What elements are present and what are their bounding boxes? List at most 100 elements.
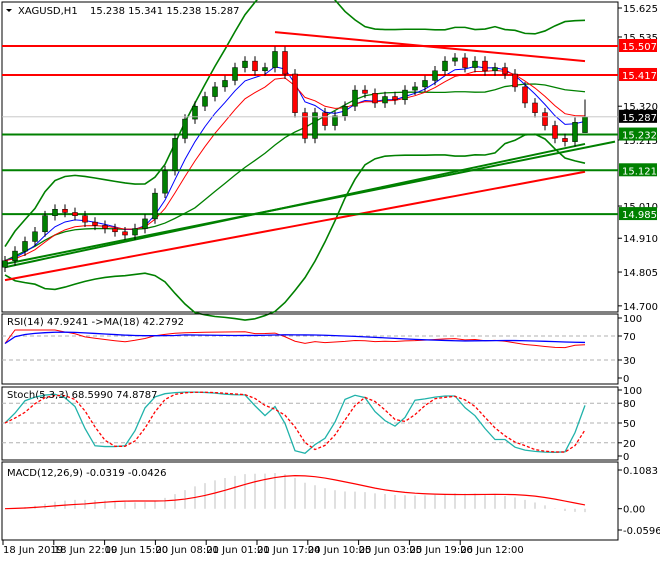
candle-body — [102, 225, 108, 229]
candle — [472, 56, 478, 73]
level-tag-label: 15.417 — [622, 71, 657, 82]
candle-body — [42, 215, 48, 233]
candle — [62, 204, 68, 218]
candle — [142, 214, 148, 234]
symbol-label: XAGUSD,H1 — [18, 6, 78, 17]
trading-chart[interactable]: 15.62515.53515.32015.21515.01014.91014.8… — [0, 0, 660, 560]
candle — [432, 65, 438, 86]
candle-body — [432, 70, 438, 81]
candle-body — [362, 89, 368, 94]
candle-body — [22, 241, 28, 252]
candle-body — [572, 122, 578, 142]
candle-body — [472, 60, 478, 68]
candle-body — [542, 112, 548, 126]
candle-body — [482, 60, 488, 72]
time-axis: 18 Jun 201918 Jun 22:0019 Jun 15:0020 Ju… — [2, 540, 524, 556]
candle — [222, 75, 228, 92]
axis-tick-label: 20 — [623, 439, 636, 450]
axis-tick-label: 30 — [623, 356, 636, 367]
candle — [312, 107, 318, 144]
macd-label: MACD(12,26,9) -0.0319 -0.0426 — [7, 468, 167, 479]
candle-body — [332, 115, 338, 126]
price-panel[interactable]: 15.62515.53515.32015.21515.01014.91014.8… — [1, 0, 658, 321]
axis-tick-label: 50 — [623, 419, 636, 430]
candle-body — [132, 228, 138, 236]
trendline-support — [4, 140, 616, 265]
candle-body — [342, 105, 348, 117]
candle-body — [172, 138, 178, 171]
candle — [162, 165, 168, 198]
candle-body — [232, 67, 238, 81]
candle-body — [422, 80, 428, 88]
candle-body — [402, 89, 408, 101]
candle-body — [442, 60, 448, 72]
axis-tick-label: 0 — [623, 452, 629, 463]
candle-body — [32, 231, 38, 242]
candle — [282, 46, 288, 79]
candle-body — [282, 51, 288, 75]
candle-body — [582, 116, 588, 133]
candle-body — [92, 221, 98, 226]
candle-body — [182, 118, 188, 139]
candle — [402, 85, 408, 105]
candle — [252, 56, 258, 76]
candle — [2, 255, 8, 273]
candle-body — [142, 218, 148, 229]
candle — [262, 62, 268, 76]
candle — [212, 82, 218, 102]
rsi-label: RSI(14) 47.9241 ->MA(18) 42.2792 — [7, 317, 184, 328]
level-tag-label: 15.507 — [622, 42, 657, 53]
candle-body — [502, 67, 508, 75]
price-tick-label: 15.625 — [623, 4, 658, 15]
candle-body — [262, 67, 268, 72]
candle — [372, 88, 378, 108]
candle — [492, 62, 498, 76]
candle — [52, 204, 58, 221]
candle-body — [82, 215, 88, 223]
stoch-label: Stoch(5,3,3) 68.5990 74.8787 — [7, 390, 158, 401]
candle-body — [532, 102, 538, 113]
candle-body — [352, 89, 358, 107]
candle-body — [522, 86, 528, 104]
candle-body — [512, 73, 518, 88]
candle — [442, 56, 448, 76]
candle-body — [412, 86, 418, 91]
ohlc-label: 15.238 15.341 15.238 15.287 — [90, 6, 240, 17]
axis-tick-label: 100 — [623, 386, 642, 397]
candle-body — [492, 67, 498, 72]
candle-body — [72, 212, 78, 216]
candle — [352, 85, 358, 112]
axis-tick-label: 100 — [623, 314, 642, 325]
candle-body — [552, 125, 558, 139]
candle-body — [112, 228, 118, 233]
bollinger-upper-line — [4, 0, 586, 248]
candle — [232, 62, 238, 86]
candle — [72, 207, 78, 221]
candle-body — [62, 209, 68, 213]
candle — [482, 56, 488, 76]
candle — [332, 111, 338, 131]
candle — [392, 91, 398, 105]
candle — [242, 56, 248, 73]
dropdown-triangle-icon[interactable] — [6, 9, 12, 12]
candle-body — [202, 96, 208, 107]
axis-tick-label: 0.00 — [623, 505, 645, 516]
candle-body — [242, 60, 248, 68]
axis-tick-label: 0.1083 — [623, 466, 658, 477]
candle-body — [292, 73, 298, 113]
candle — [152, 188, 158, 224]
candle-body — [372, 93, 378, 104]
candle — [302, 107, 308, 144]
candle-body — [392, 96, 398, 101]
candle — [552, 120, 558, 144]
candle — [572, 117, 578, 147]
price-tick-label: 14.910 — [623, 234, 658, 245]
candle-body — [222, 80, 228, 88]
candle — [542, 107, 548, 131]
candle-body — [122, 231, 128, 236]
candle — [532, 98, 538, 118]
level-tag-label: 15.232 — [622, 131, 657, 142]
level-tag-label: 15.121 — [622, 166, 657, 177]
candle-body — [52, 209, 58, 216]
candle-body — [162, 170, 168, 194]
